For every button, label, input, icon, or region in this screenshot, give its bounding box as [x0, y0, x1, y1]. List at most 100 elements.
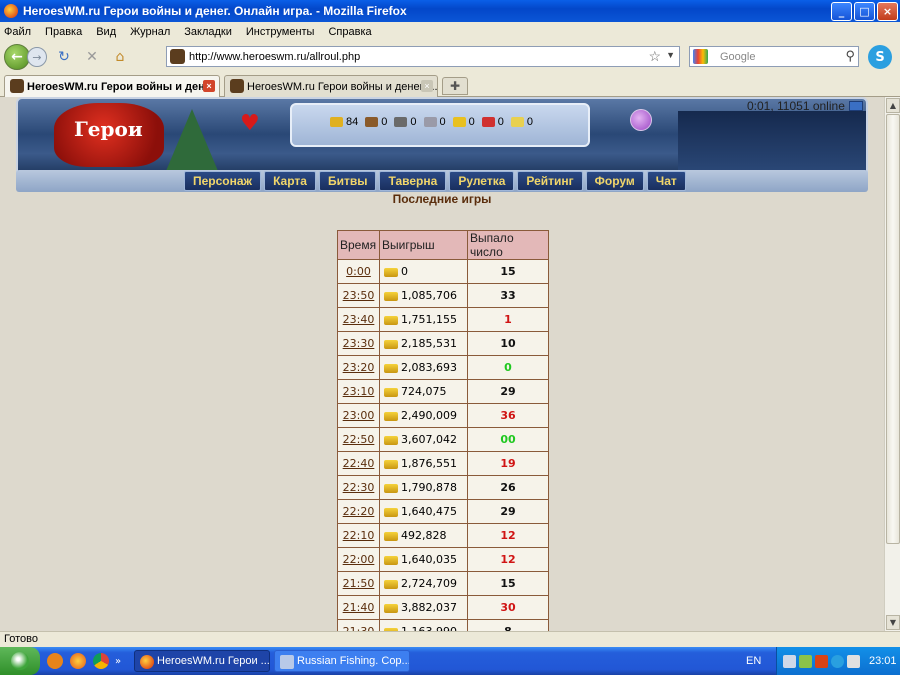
gold-icon [330, 117, 343, 127]
quicklaunch-avast-icon[interactable] [47, 653, 63, 669]
url-bar[interactable]: http://www.heroeswm.ru/allroul.php ☆ ▼ [166, 46, 680, 67]
row-time-link[interactable]: 22:10 [343, 529, 375, 542]
tray-volume-icon[interactable] [847, 654, 860, 668]
table-row: 0:00 0 15 [337, 259, 549, 284]
row-number-cell: 8 [467, 619, 549, 631]
maximize-button[interactable]: □ [854, 2, 875, 21]
game-logo[interactable]: Герои [74, 117, 143, 141]
menu-help[interactable]: Справка [328, 26, 371, 38]
row-time-link[interactable]: 22:50 [343, 433, 375, 446]
game-menu-tavern[interactable]: Таверна [379, 171, 447, 191]
row-time-link[interactable]: 23:00 [343, 409, 375, 422]
game-menu-character[interactable]: Персонаж [184, 171, 262, 191]
row-win-cell: 2,185,531 [379, 331, 468, 356]
game-menu-battles[interactable]: Битвы [318, 171, 377, 191]
game-menu-chat[interactable]: Чат [646, 171, 686, 191]
game-menu-forum[interactable]: Форум [585, 171, 644, 191]
row-time-link[interactable]: 22:40 [343, 457, 375, 470]
game-menu-map[interactable]: Карта [264, 171, 316, 191]
row-time-link[interactable]: 23:10 [343, 385, 375, 398]
minimize-button[interactable]: _ [831, 2, 852, 21]
row-time-link[interactable]: 21:40 [343, 601, 375, 614]
table-row: 21:301,163,9908 [337, 619, 549, 631]
row-time-cell: 21:30 [337, 619, 380, 631]
row-time-link[interactable]: 0:00 [346, 265, 371, 278]
tab-close-icon[interactable]: × [421, 80, 433, 92]
row-win-value: 2,490,009 [401, 409, 457, 422]
tab-heroeswm-second[interactable]: HeroesWM.ru Герои войны и денег. ... × [224, 75, 438, 97]
tray-network-icon[interactable] [783, 654, 796, 668]
row-time-cell: 23:30 [337, 331, 380, 356]
skype-icon[interactable]: S [868, 45, 892, 69]
row-number-cell: 10 [467, 331, 549, 356]
reload-icon[interactable]: ↻ [53, 46, 75, 68]
row-time-link[interactable]: 22:00 [343, 553, 375, 566]
menu-tools[interactable]: Инструменты [246, 26, 315, 38]
scroll-up-icon[interactable]: ▲ [886, 98, 900, 113]
tab-heroeswm-active[interactable]: HeroesWM.ru Герои войны и ден... × [4, 75, 220, 97]
row-time-link[interactable]: 23:30 [343, 337, 375, 350]
row-win-value: 3,882,037 [401, 601, 457, 614]
game-menu-roulette[interactable]: Рулетка [449, 171, 515, 191]
gold-icon [384, 483, 398, 493]
tray-app-icon[interactable] [799, 654, 812, 668]
gold-icon [384, 315, 398, 325]
close-button[interactable]: × [877, 2, 898, 21]
row-time-link[interactable]: 21:50 [343, 577, 375, 590]
tab-close-icon[interactable]: × [203, 80, 215, 92]
crystal-icon [481, 117, 495, 127]
vertical-scrollbar[interactable]: ▲ ▼ [884, 97, 900, 631]
row-time-cell: 22:30 [337, 475, 380, 500]
row-time-link[interactable]: 23:20 [343, 361, 375, 374]
menu-view[interactable]: Вид [96, 26, 116, 38]
table-header-row: Время Выигрыш Выпало число [337, 230, 549, 260]
language-indicator[interactable]: EN [746, 655, 761, 667]
google-icon[interactable] [693, 49, 708, 64]
game-menu-rating[interactable]: Рейтинг [517, 171, 583, 191]
row-number-cell: 33 [467, 283, 549, 308]
row-win-value: 492,828 [401, 529, 447, 542]
row-win-cell: 3,607,042 [379, 427, 468, 452]
row-time-cell: 23:00 [337, 403, 380, 428]
tab-favicon [10, 79, 24, 93]
row-time-link[interactable]: 22:20 [343, 505, 375, 518]
start-button[interactable] [0, 647, 40, 675]
row-time-cell: 21:50 [337, 571, 380, 596]
row-win-cell: 1,790,878 [379, 475, 468, 500]
quicklaunch-chrome-icon[interactable] [93, 653, 109, 669]
taskbar-button-firefox[interactable]: HeroesWM.ru Герои ... [134, 650, 270, 672]
bookmark-star-icon[interactable]: ☆ [648, 48, 661, 65]
row-time-link[interactable]: 22:30 [343, 481, 375, 494]
mail-icon[interactable] [848, 101, 863, 111]
menu-history[interactable]: Журнал [130, 26, 170, 38]
row-win-cell: 2,724,709 [379, 571, 468, 596]
menu-bookmarks[interactable]: Закладки [184, 26, 232, 38]
stop-icon[interactable]: ✕ [81, 46, 103, 68]
row-win-cell: 1,751,155 [379, 307, 468, 332]
table-row: 23:30 2,185,531 10 [337, 331, 549, 356]
forward-button[interactable]: → [27, 47, 47, 67]
menu-file[interactable]: Файл [4, 26, 31, 38]
search-bar[interactable]: Google ⚲ [689, 46, 859, 67]
tray-antivirus-icon[interactable] [815, 654, 828, 668]
table-row: 23:50 1,085,706 33 [337, 283, 549, 308]
row-time-link[interactable]: 23:40 [343, 313, 375, 326]
scroll-thumb[interactable] [886, 114, 900, 544]
row-number-cell: 1 [467, 307, 549, 332]
search-icon[interactable]: ⚲ [845, 48, 855, 64]
quicklaunch-expand-icon[interactable]: » [115, 656, 121, 667]
system-tray: 23:01 [776, 647, 900, 675]
mercury-icon [423, 117, 437, 127]
row-win-value: 1,790,878 [401, 481, 457, 494]
taskbar-button-fishing[interactable]: Russian Fishing. Cop... [274, 650, 410, 672]
home-icon[interactable]: ⌂ [109, 46, 131, 68]
row-win-value: 3,607,042 [401, 433, 457, 446]
menu-edit[interactable]: Правка [45, 26, 82, 38]
scroll-down-icon[interactable]: ▼ [886, 615, 900, 630]
table-row: 22:50 3,607,042 00 [337, 427, 549, 452]
new-tab-button[interactable]: ✚ [442, 77, 468, 95]
quicklaunch-firefox-icon[interactable] [70, 653, 86, 669]
tray-skype-icon[interactable] [831, 654, 844, 668]
row-time-link[interactable]: 23:50 [343, 289, 375, 302]
url-dropdown-icon[interactable]: ▼ [666, 50, 675, 60]
